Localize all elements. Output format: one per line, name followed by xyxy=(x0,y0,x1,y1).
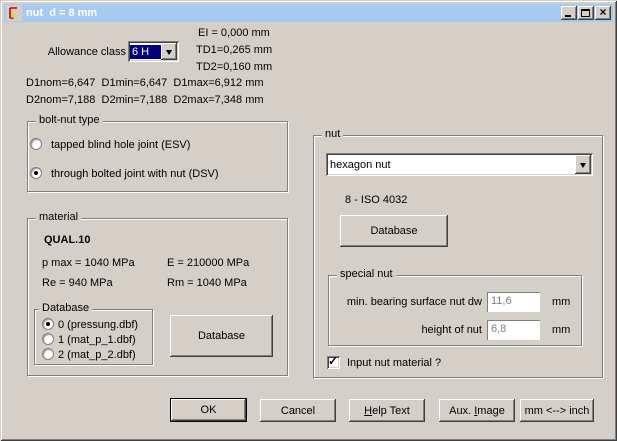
radio-tapped-blind-hole-label[interactable]: tapped blind hole joint (ESV) xyxy=(51,139,190,151)
checkmark-icon: ✓ xyxy=(328,354,338,368)
d2-values-row: D2nom=7,188 D2min=7,188 D2max=7,348 mm xyxy=(26,94,264,106)
nut-type-combobox[interactable]: hexagon nut xyxy=(326,153,593,176)
help-text-button[interactable]: Help Text xyxy=(349,399,425,422)
input-nut-material-checkbox[interactable]: ✓ xyxy=(327,356,340,369)
mm-inch-button-label: mm <--> inch xyxy=(525,405,590,417)
nut-database-button-label: Database xyxy=(370,225,417,237)
radio-database-2-label[interactable]: 2 (mat_p_2.dbf) xyxy=(58,349,136,361)
cancel-button[interactable]: Cancel xyxy=(260,399,336,422)
aux-image-button[interactable]: Aux. Image xyxy=(439,399,515,422)
radio-database-0[interactable] xyxy=(42,318,54,330)
special-nut-group-label: special nut xyxy=(337,268,396,280)
close-icon: × xyxy=(595,6,611,20)
material-e-modulus: E = 210000 MPa xyxy=(167,257,249,269)
ok-button-default-ring: OK xyxy=(170,398,247,422)
material-database-button-label: Database xyxy=(198,330,245,342)
allowance-class-dropdown-button[interactable] xyxy=(161,43,177,60)
d1-values-row: D1nom=6,647 D1min=6,647 D1max=6,912 mm xyxy=(26,77,264,89)
bearing-surface-label: min. bearing surface nut dw xyxy=(335,296,482,308)
ei-value: EI = 0,000 mm xyxy=(198,27,270,39)
dialog-window: nut d = 8 mm × Allowance class 6 H EI = … xyxy=(0,0,617,441)
close-button[interactable]: × xyxy=(595,6,611,20)
radio-tapped-blind-hole[interactable] xyxy=(30,138,42,150)
mm-inch-toggle-button[interactable]: mm <--> inch xyxy=(520,399,594,422)
radio-database-0-label[interactable]: 0 (pressung.dbf) xyxy=(58,319,138,331)
maximize-icon xyxy=(581,9,590,17)
allowance-class-label: Allowance class xyxy=(30,46,126,58)
material-pmax: p max = 1040 MPa xyxy=(42,257,135,269)
input-nut-material-label[interactable]: Input nut material ? xyxy=(347,357,441,369)
ok-button[interactable]: OK xyxy=(171,399,246,421)
nut-type-dropdown-button[interactable] xyxy=(575,155,591,174)
radio-through-bolted-label[interactable]: through bolted joint with nut (DSV) xyxy=(51,168,219,180)
nut-group-label: nut xyxy=(322,128,343,140)
maximize-button[interactable] xyxy=(578,6,594,20)
bearing-surface-input[interactable]: 11,6 xyxy=(487,292,540,312)
cancel-button-label: Cancel xyxy=(281,405,315,417)
titlebar[interactable]: nut d = 8 mm xyxy=(4,4,613,22)
bearing-surface-unit: mm xyxy=(552,296,570,308)
material-group-label: material xyxy=(36,211,81,223)
material-database-button[interactable]: Database xyxy=(170,315,273,357)
chevron-down-icon xyxy=(166,50,172,55)
chevron-down-icon xyxy=(580,163,586,168)
minimize-button[interactable] xyxy=(561,6,577,20)
allowance-class-value: 6 H xyxy=(130,45,161,59)
material-database-group-label: Database xyxy=(39,302,92,314)
material-quality: QUAL.10 xyxy=(44,234,90,246)
td2-value: TD2=0,160 mm xyxy=(196,61,272,73)
help-text-button-label: elp Text xyxy=(372,405,410,417)
nut-standard-text: 8 - ISO 4032 xyxy=(345,194,407,206)
bolt-nut-type-group-label: bolt-nut type xyxy=(36,114,103,126)
app-icon-glyph xyxy=(6,5,22,21)
allowance-class-combobox[interactable]: 6 H xyxy=(128,41,179,62)
material-re: Re = 940 MPa xyxy=(42,277,113,289)
bolt-nut-type-group: bolt-nut type xyxy=(27,121,288,192)
nut-height-unit: mm xyxy=(552,324,570,336)
nut-height-input[interactable]: 6,8 xyxy=(487,320,540,340)
radio-database-1[interactable] xyxy=(42,333,54,345)
app-icon[interactable] xyxy=(6,5,22,21)
window-title: nut d = 8 mm xyxy=(26,7,97,19)
ok-button-label: OK xyxy=(201,404,217,416)
nut-type-value: hexagon nut xyxy=(328,158,575,172)
radio-through-bolted[interactable] xyxy=(30,167,42,179)
minimize-icon xyxy=(565,15,571,17)
aux-image-button-label: Aux. xyxy=(449,405,474,417)
radio-database-1-label[interactable]: 1 (mat_p_1.dbf) xyxy=(58,334,136,346)
material-rm: Rm = 1040 MPa xyxy=(167,277,247,289)
td1-value: TD1=0,265 mm xyxy=(196,44,272,56)
nut-height-label: height of nut xyxy=(335,324,482,336)
radio-database-2[interactable] xyxy=(42,348,54,360)
nut-database-button[interactable]: Database xyxy=(340,215,448,247)
